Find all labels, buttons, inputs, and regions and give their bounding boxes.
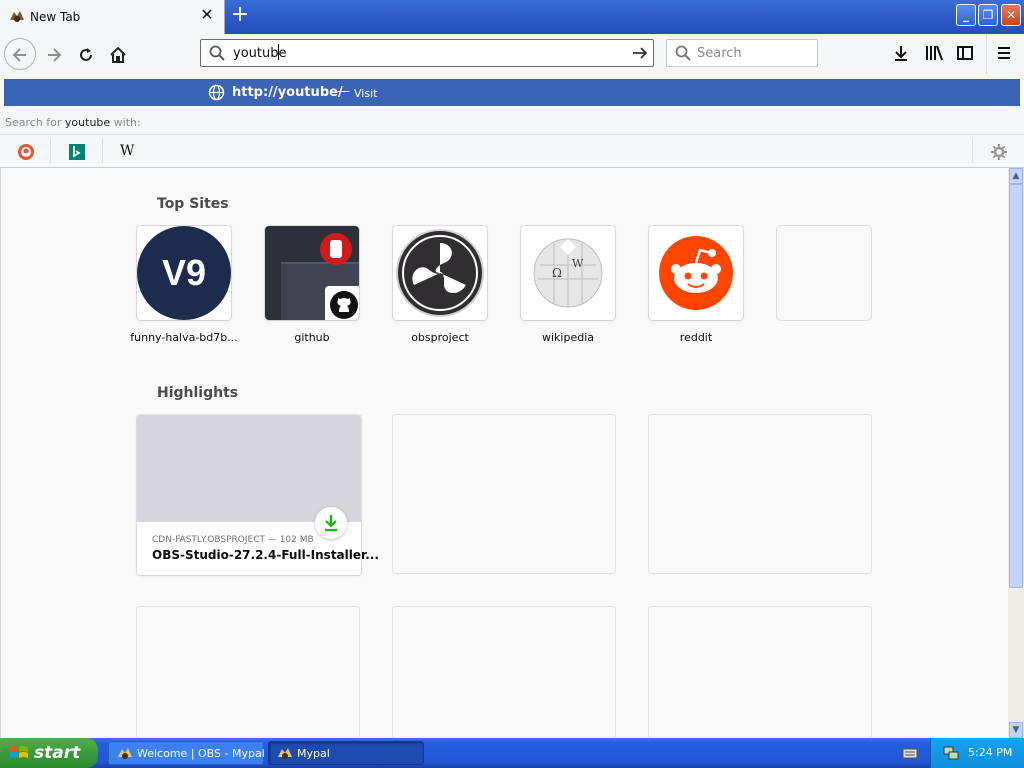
sidebar-icon[interactable] [956, 44, 974, 62]
back-arrow-icon [12, 47, 26, 62]
new-tab-button[interactable]: + [230, 4, 250, 26]
top-site-label[interactable]: obsproject [385, 331, 495, 344]
top-sites-title: Top Sites [157, 196, 229, 212]
empty-highlight-card [137, 607, 359, 738]
top-site-label[interactable]: funny-halva-bd7b... [129, 331, 239, 344]
search-for-row: Search for youtube with: [0, 112, 1024, 134]
engine-divider [50, 139, 51, 163]
stop-hand-icon [320, 233, 352, 265]
highlight-source: CDN-FASTLY.OBSPROJECT — 102 MB [152, 535, 314, 545]
top-site-tile[interactable] [393, 226, 487, 320]
empty-top-site-tile[interactable] [777, 226, 871, 320]
download-icon [325, 515, 337, 532]
menu-icon[interactable] [996, 45, 1012, 61]
top-site-label[interactable]: github [257, 331, 367, 344]
highlight-card[interactable]: CDN-FASTLY.OBSPROJECT — 102 MB OBS-Studi… [137, 415, 379, 575]
search-icon [675, 45, 691, 61]
reload-icon [80, 47, 92, 61]
downloads-icon[interactable] [892, 44, 910, 62]
engine-divider [102, 139, 103, 163]
autocomplete-url-prefix: http:// [232, 85, 278, 100]
empty-highlight-card [393, 607, 615, 738]
network-icon[interactable] [942, 744, 960, 762]
site-logo-text: V9 [161, 252, 207, 293]
minimize-button[interactable]: _ [956, 4, 976, 26]
search-placeholder: Search [697, 46, 742, 61]
search-for-term: youtube [64, 116, 111, 129]
tab-title: New Tab [30, 10, 81, 24]
clock: 5:24 PM [968, 746, 1013, 759]
top-site-label[interactable]: wikipedia [513, 331, 623, 344]
globe-icon [208, 84, 225, 101]
search-for-prefix: Search for [5, 116, 62, 129]
github-icon [330, 291, 358, 319]
home-button[interactable] [104, 40, 132, 68]
empty-highlight-card [649, 415, 871, 573]
search-icon [209, 45, 225, 61]
duckduckgo-icon[interactable] [15, 141, 37, 163]
taskbar-item-label: Welcome | OBS - Mypal [137, 747, 265, 760]
svg-text:Ω: Ω [552, 266, 562, 280]
reddit-icon [659, 236, 733, 310]
wikipedia-icon[interactable]: W [120, 143, 134, 159]
text-caret [278, 44, 279, 60]
github-badge [325, 286, 359, 320]
mypal-icon [10, 11, 24, 22]
start-label: start [34, 743, 81, 763]
start-button[interactable]: start [0, 738, 98, 768]
close-tab-icon[interactable]: ✕ [200, 7, 214, 23]
toolbar-divider [986, 34, 987, 74]
library-icon[interactable] [924, 44, 944, 62]
autocomplete-url: http://youtube/ [232, 85, 343, 100]
engine-divider [972, 139, 973, 163]
search-engine-bar: W [0, 134, 1024, 168]
taskbar-item-label: Mypal [297, 747, 330, 760]
obs-icon [396, 229, 484, 317]
autocomplete-url-bold: youtube/ [277, 85, 343, 100]
window-close-button[interactable]: ✕ [1001, 4, 1021, 26]
back-button[interactable] [4, 38, 36, 70]
empty-highlight-card [649, 607, 871, 738]
top-site-tile[interactable]: V9 [137, 226, 231, 320]
tab-new-tab[interactable]: New Tab ✕ [0, 0, 225, 34]
url-bar[interactable]: youtube [200, 39, 654, 67]
keyboard-icon[interactable] [902, 745, 918, 761]
autocomplete-separator: — [337, 84, 350, 99]
gear-icon[interactable] [990, 143, 1008, 161]
windows-logo-icon [10, 746, 28, 758]
taskbar-item[interactable]: Welcome | OBS - Mypal [108, 741, 265, 765]
home-icon [110, 46, 126, 63]
scroll-down-arrow[interactable]: ▼ [1009, 722, 1023, 738]
mypal-icon [118, 748, 132, 759]
taskbar-item-active[interactable]: Mypal [268, 741, 424, 765]
top-site-label[interactable]: reddit [641, 331, 751, 344]
wikipedia-globe-icon: Ω W [533, 238, 603, 308]
svg-text:W: W [572, 257, 584, 270]
mypal-icon [278, 748, 292, 759]
search-for-suffix: with: [113, 116, 141, 129]
highlight-preview [137, 415, 361, 522]
autocomplete-action: Visit [354, 87, 378, 100]
autocomplete-visit-row[interactable]: http://youtube/ — Visit [4, 79, 1020, 106]
scroll-up-arrow[interactable]: ▲ [1009, 168, 1023, 184]
scrollbar-thumb[interactable] [1009, 184, 1023, 588]
nav-bar: youtube Search [0, 34, 1024, 74]
go-arrow-icon[interactable] [631, 45, 649, 61]
empty-highlight-card [393, 415, 615, 573]
top-site-tile[interactable]: Ω W [521, 226, 615, 320]
search-bar[interactable]: Search [666, 39, 818, 67]
forward-button[interactable] [40, 40, 68, 68]
highlight-title: OBS-Studio-27.2.4-Full-Installer... [152, 548, 379, 562]
reload-button[interactable] [72, 40, 100, 68]
restore-button[interactable]: ❐ [978, 4, 998, 26]
top-site-tile[interactable] [265, 226, 359, 320]
download-badge [315, 507, 347, 539]
bing-icon[interactable] [66, 141, 88, 163]
highlights-title: Highlights [157, 385, 239, 401]
top-site-tile[interactable] [649, 226, 743, 320]
search-for-text: Search for youtube with: [5, 116, 141, 129]
forward-arrow-icon [48, 47, 62, 62]
